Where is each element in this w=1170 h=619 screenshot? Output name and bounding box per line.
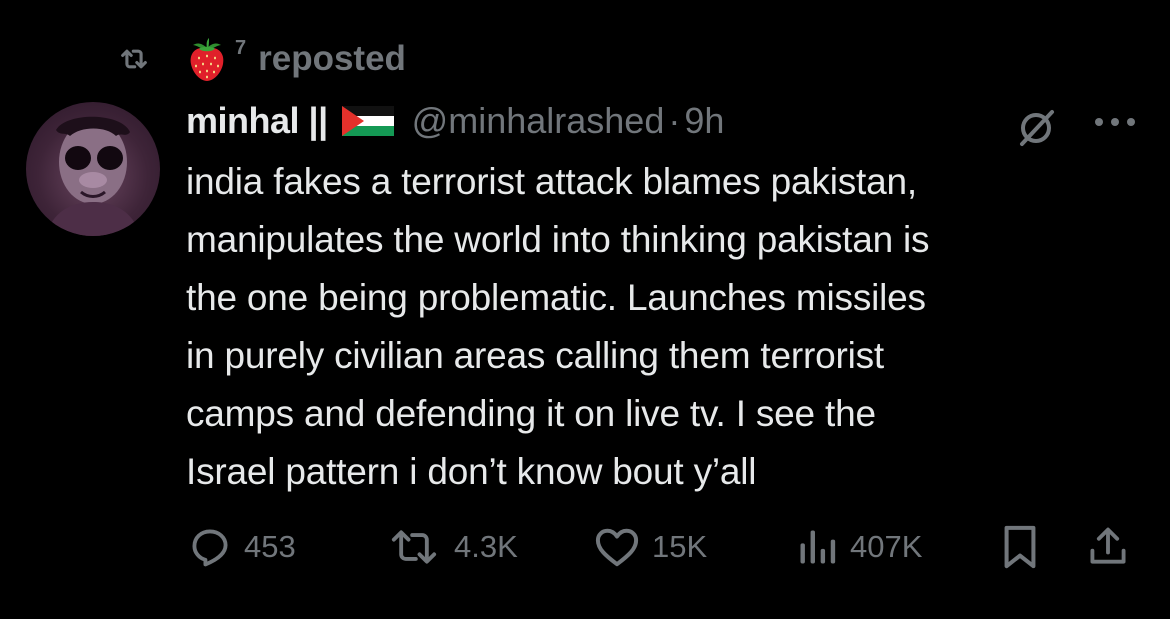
- timestamp[interactable]: 9h: [684, 100, 724, 142]
- tweet-text: india fakes a terrorist attack blames pa…: [186, 153, 1146, 501]
- user-avatar-icon: [46, 116, 140, 236]
- reply-icon: [192, 529, 228, 567]
- grok-icon[interactable]: [1014, 104, 1060, 150]
- tweet-text-line: manipulates the world into thinking paki…: [186, 219, 930, 260]
- palestine-flag-icon: [341, 106, 394, 136]
- avatar[interactable]: [26, 102, 160, 236]
- repost-icon: [121, 49, 147, 69]
- view-count: 407K: [850, 529, 923, 564]
- repost-label[interactable]: 7 reposted: [235, 37, 406, 79]
- header-separator: ·: [668, 100, 681, 141]
- user-handle[interactable]: @minhalrashed: [412, 100, 665, 142]
- tweet-text-line: camps and defending it on live tv. I see…: [186, 393, 876, 434]
- heart-icon: [595, 528, 639, 567]
- repost-action-icon: [391, 530, 437, 564]
- more-options-icon[interactable]: [1090, 112, 1140, 132]
- action-bar: 453 4.3K 15K 407K: [186, 522, 1146, 572]
- repost-button[interactable]: 4.3K: [386, 522, 518, 572]
- display-name[interactable]: minhal ||: [186, 100, 328, 142]
- share-button[interactable]: [1086, 522, 1130, 572]
- repost-superscript: 7: [235, 37, 247, 59]
- tweet-text-line: Israel pattern i don’t know bout y’all: [186, 451, 757, 492]
- repost-label-text: reposted: [258, 39, 406, 78]
- share-icon: [1090, 527, 1126, 564]
- tweet-text-line: in purely civilian areas calling them te…: [186, 335, 884, 376]
- analytics-icon: [800, 530, 836, 564]
- reply-count: 453: [244, 529, 296, 564]
- like-button[interactable]: 15K: [594, 522, 707, 572]
- tweet-header: minhal || @minhalrashed · 9h: [186, 96, 724, 146]
- strawberry-icon[interactable]: [187, 36, 227, 82]
- repost-count: 4.3K: [454, 529, 518, 564]
- repost-indicator: 7 reposted: [117, 36, 406, 82]
- tweet-text-line: india fakes a terrorist attack blames pa…: [186, 161, 917, 202]
- reply-button[interactable]: 453: [188, 522, 296, 572]
- bookmark-icon: [1004, 525, 1036, 569]
- views-button[interactable]: 407K: [796, 522, 922, 572]
- bookmark-button[interactable]: [1000, 522, 1040, 572]
- like-count: 15K: [652, 529, 708, 564]
- tweet-text-line: the one being problematic. Launches miss…: [186, 277, 926, 318]
